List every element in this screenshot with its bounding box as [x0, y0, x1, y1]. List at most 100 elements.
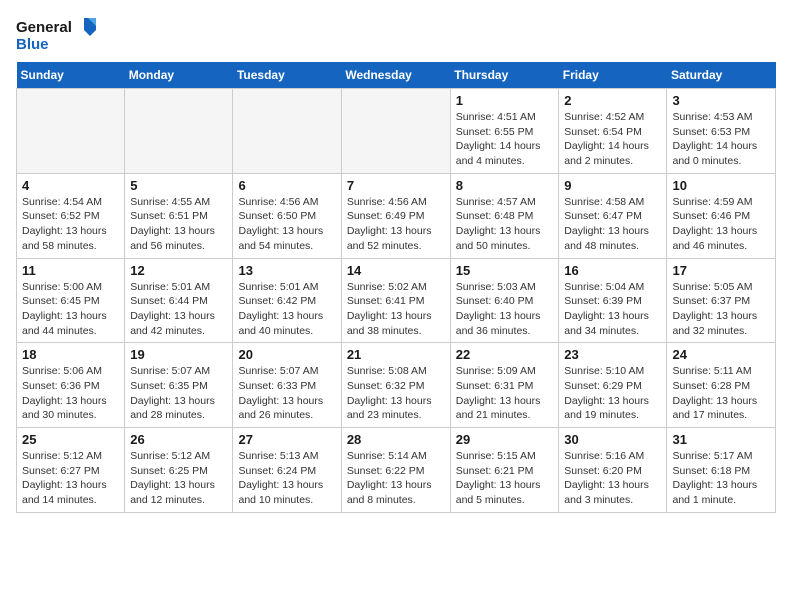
calendar-cell: 22 Sunrise: 5:09 AM Sunset: 6:31 PM Dayli… [450, 343, 559, 428]
day-number: 20 [238, 347, 335, 362]
calendar-cell: 21 Sunrise: 5:08 AM Sunset: 6:32 PM Dayli… [341, 343, 450, 428]
week-row-1: 1 Sunrise: 4:51 AM Sunset: 6:55 PM Daylig… [17, 89, 776, 174]
calendar-cell: 5 Sunrise: 4:55 AM Sunset: 6:51 PM Daylig… [125, 173, 233, 258]
day-info: Sunrise: 5:12 AM Sunset: 6:27 PM Dayligh… [22, 449, 119, 508]
day-number: 4 [22, 178, 119, 193]
day-info: Sunrise: 4:52 AM Sunset: 6:54 PM Dayligh… [564, 110, 661, 169]
day-number: 3 [672, 93, 770, 108]
week-row-3: 11 Sunrise: 5:00 AM Sunset: 6:45 PM Dayli… [17, 258, 776, 343]
col-header-saturday: Saturday [667, 62, 776, 89]
calendar-cell: 6Sunrise: 4:56 AM Sunset: 6:50 PM Daylig… [233, 173, 341, 258]
calendar-cell [17, 89, 125, 174]
calendar-cell [125, 89, 233, 174]
day-info: Sunrise: 4:59 AM Sunset: 6:46 PM Dayligh… [672, 195, 770, 254]
calendar-cell: 18 Sunrise: 5:06 AM Sunset: 6:36 PM Dayli… [17, 343, 125, 428]
day-info: Sunrise: 5:01 AM Sunset: 6:44 PM Dayligh… [130, 280, 227, 339]
day-number: 2 [564, 93, 661, 108]
day-number: 16 [564, 263, 661, 278]
day-number: 13 [238, 263, 335, 278]
calendar-cell: 10 Sunrise: 4:59 AM Sunset: 6:46 PM Dayli… [667, 173, 776, 258]
calendar-cell [341, 89, 450, 174]
day-info: Sunrise: 5:14 AM Sunset: 6:22 PM Dayligh… [347, 449, 445, 508]
day-info: Sunrise: 4:55 AM Sunset: 6:51 PM Dayligh… [130, 195, 227, 254]
day-number: 21 [347, 347, 445, 362]
calendar-header-row: SundayMondayTuesdayWednesdayThursdayFrid… [17, 62, 776, 89]
calendar-cell: 9 Sunrise: 4:58 AM Sunset: 6:47 PM Daylig… [559, 173, 667, 258]
calendar-table: SundayMondayTuesdayWednesdayThursdayFrid… [16, 62, 776, 513]
calendar-cell: 13 Sunrise: 5:01 AM Sunset: 6:42 PM Dayli… [233, 258, 341, 343]
day-info: Sunrise: 5:06 AM Sunset: 6:36 PM Dayligh… [22, 364, 119, 423]
day-info: Sunrise: 4:51 AM Sunset: 6:55 PM Dayligh… [456, 110, 554, 169]
day-number: 30 [564, 432, 661, 447]
day-number: 23 [564, 347, 661, 362]
day-info: Sunrise: 5:01 AM Sunset: 6:42 PM Dayligh… [238, 280, 335, 339]
day-info: Sunrise: 5:05 AM Sunset: 6:37 PM Dayligh… [672, 280, 770, 339]
calendar-cell: 8Sunrise: 4:57 AM Sunset: 6:48 PM Daylig… [450, 173, 559, 258]
week-row-4: 18 Sunrise: 5:06 AM Sunset: 6:36 PM Dayli… [17, 343, 776, 428]
calendar-cell: 28 Sunrise: 5:14 AM Sunset: 6:22 PM Dayli… [341, 428, 450, 513]
calendar-cell: 29 Sunrise: 5:15 AM Sunset: 6:21 PM Dayli… [450, 428, 559, 513]
week-row-2: 4 Sunrise: 4:54 AM Sunset: 6:52 PM Daylig… [17, 173, 776, 258]
day-number: 5 [130, 178, 227, 193]
day-number: 17 [672, 263, 770, 278]
day-info: Sunrise: 5:09 AM Sunset: 6:31 PM Dayligh… [456, 364, 554, 423]
day-info: Sunrise: 5:13 AM Sunset: 6:24 PM Dayligh… [238, 449, 335, 508]
col-header-monday: Monday [125, 62, 233, 89]
day-info: Sunrise: 5:07 AM Sunset: 6:33 PM Dayligh… [238, 364, 335, 423]
page-header: General Blue [16, 16, 776, 54]
calendar-cell: 31Sunrise: 5:17 AM Sunset: 6:18 PM Dayli… [667, 428, 776, 513]
day-number: 10 [672, 178, 770, 193]
day-info: Sunrise: 5:12 AM Sunset: 6:25 PM Dayligh… [130, 449, 227, 508]
col-header-thursday: Thursday [450, 62, 559, 89]
day-info: Sunrise: 5:11 AM Sunset: 6:28 PM Dayligh… [672, 364, 770, 423]
calendar-cell: 20 Sunrise: 5:07 AM Sunset: 6:33 PM Dayli… [233, 343, 341, 428]
calendar-cell: 25 Sunrise: 5:12 AM Sunset: 6:27 PM Dayli… [17, 428, 125, 513]
day-number: 26 [130, 432, 227, 447]
calendar-cell: 27 Sunrise: 5:13 AM Sunset: 6:24 PM Dayli… [233, 428, 341, 513]
week-row-5: 25 Sunrise: 5:12 AM Sunset: 6:27 PM Dayli… [17, 428, 776, 513]
day-number: 28 [347, 432, 445, 447]
calendar-cell: 2 Sunrise: 4:52 AM Sunset: 6:54 PM Daylig… [559, 89, 667, 174]
col-header-tuesday: Tuesday [233, 62, 341, 89]
day-info: Sunrise: 5:17 AM Sunset: 6:18 PM Dayligh… [672, 449, 770, 508]
calendar-cell: 24 Sunrise: 5:11 AM Sunset: 6:28 PM Dayli… [667, 343, 776, 428]
svg-text:General: General [16, 19, 72, 36]
calendar-cell: 14Sunrise: 5:02 AM Sunset: 6:41 PM Dayli… [341, 258, 450, 343]
calendar-cell [233, 89, 341, 174]
day-number: 1 [456, 93, 554, 108]
day-number: 18 [22, 347, 119, 362]
day-number: 7 [347, 178, 445, 193]
day-info: Sunrise: 5:00 AM Sunset: 6:45 PM Dayligh… [22, 280, 119, 339]
col-header-sunday: Sunday [17, 62, 125, 89]
day-info: Sunrise: 5:07 AM Sunset: 6:35 PM Dayligh… [130, 364, 227, 423]
calendar-cell: 15Sunrise: 5:03 AM Sunset: 6:40 PM Dayli… [450, 258, 559, 343]
day-number: 22 [456, 347, 554, 362]
day-info: Sunrise: 5:10 AM Sunset: 6:29 PM Dayligh… [564, 364, 661, 423]
calendar-cell: 3 Sunrise: 4:53 AM Sunset: 6:53 PM Daylig… [667, 89, 776, 174]
calendar-cell: 7 Sunrise: 4:56 AM Sunset: 6:49 PM Daylig… [341, 173, 450, 258]
day-number: 24 [672, 347, 770, 362]
day-info: Sunrise: 4:53 AM Sunset: 6:53 PM Dayligh… [672, 110, 770, 169]
col-header-friday: Friday [559, 62, 667, 89]
day-info: Sunrise: 4:54 AM Sunset: 6:52 PM Dayligh… [22, 195, 119, 254]
day-info: Sunrise: 4:56 AM Sunset: 6:49 PM Dayligh… [347, 195, 445, 254]
day-number: 11 [22, 263, 119, 278]
logo-svg: General Blue [16, 16, 96, 54]
day-number: 9 [564, 178, 661, 193]
day-info: Sunrise: 4:56 AM Sunset: 6:50 PM Dayligh… [238, 195, 335, 254]
day-number: 15 [456, 263, 554, 278]
day-info: Sunrise: 5:08 AM Sunset: 6:32 PM Dayligh… [347, 364, 445, 423]
calendar-cell: 30 Sunrise: 5:16 AM Sunset: 6:20 PM Dayli… [559, 428, 667, 513]
day-number: 29 [456, 432, 554, 447]
day-number: 14 [347, 263, 445, 278]
calendar-cell: 26 Sunrise: 5:12 AM Sunset: 6:25 PM Dayli… [125, 428, 233, 513]
day-info: Sunrise: 5:15 AM Sunset: 6:21 PM Dayligh… [456, 449, 554, 508]
calendar-cell: 17 Sunrise: 5:05 AM Sunset: 6:37 PM Dayli… [667, 258, 776, 343]
day-number: 8 [456, 178, 554, 193]
col-header-wednesday: Wednesday [341, 62, 450, 89]
day-number: 27 [238, 432, 335, 447]
day-info: Sunrise: 4:58 AM Sunset: 6:47 PM Dayligh… [564, 195, 661, 254]
day-number: 25 [22, 432, 119, 447]
calendar-cell: 23 Sunrise: 5:10 AM Sunset: 6:29 PM Dayli… [559, 343, 667, 428]
day-info: Sunrise: 5:16 AM Sunset: 6:20 PM Dayligh… [564, 449, 661, 508]
